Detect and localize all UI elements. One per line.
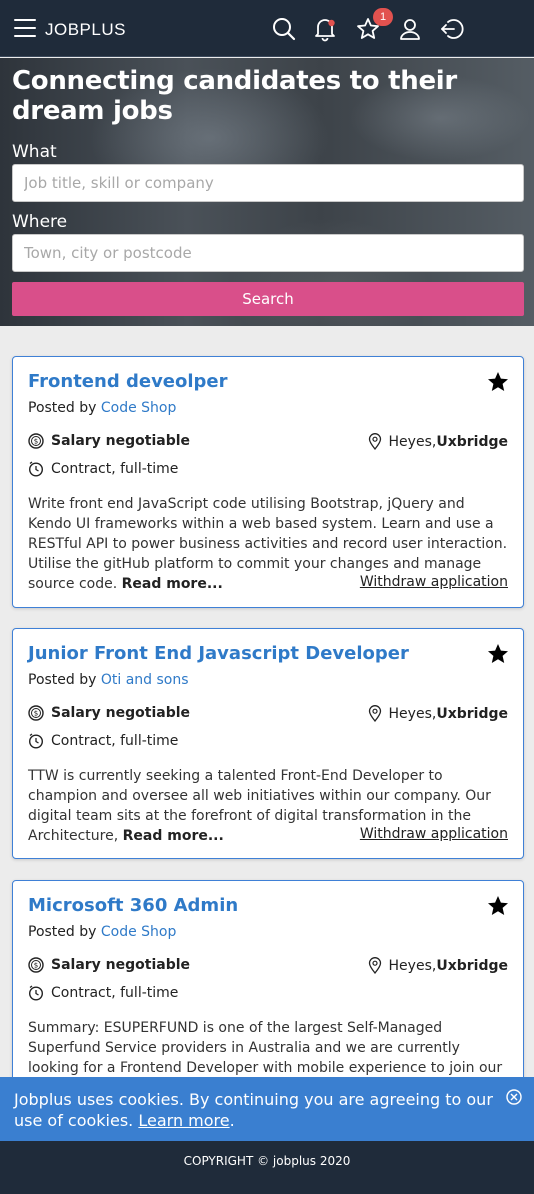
job-card[interactable]: Frontend deveolper Posted by Code Shop $…: [12, 356, 524, 608]
cookie-text: Jobplus uses cookies. By continuing you …: [14, 1090, 493, 1130]
read-more-link[interactable]: Read more...: [122, 576, 223, 592]
location-pin-icon: [368, 705, 381, 722]
location: Heyes, Uxbridge: [368, 705, 508, 722]
hero-title: Connecting candidates to their dream job…: [12, 66, 457, 126]
where-label: Where: [12, 212, 68, 232]
hero-search-section: Connecting candidates to their dream job…: [0, 58, 534, 326]
location-town: Heyes,: [388, 433, 437, 450]
location: Heyes, Uxbridge: [368, 433, 508, 450]
svg-text:$: $: [34, 710, 38, 718]
contract-text: Contract, full-time: [51, 985, 179, 1001]
location-pin-icon: [368, 957, 381, 974]
salary-text: Salary negotiable: [51, 433, 191, 449]
favorite-star-icon[interactable]: [487, 371, 509, 393]
footer: COPYRIGHT © jobplus 2020: [0, 1141, 534, 1194]
job-card[interactable]: Junior Front End Javascript Developer Po…: [12, 628, 524, 859]
cookie-suffix: .: [229, 1111, 235, 1130]
what-label: What: [12, 142, 57, 162]
company-link[interactable]: Code Shop: [101, 924, 177, 940]
learn-more-link[interactable]: Learn more: [138, 1111, 229, 1130]
menu-icon[interactable]: [14, 19, 36, 37]
salary-row: $ Salary negotiable: [28, 957, 190, 973]
posted-by-label: Posted by: [28, 924, 97, 940]
clock-icon: [28, 985, 44, 1001]
job-title[interactable]: Junior Front End Javascript Developer: [28, 643, 409, 664]
user-icon[interactable]: [397, 16, 423, 42]
location-area: Uxbridge: [436, 957, 508, 974]
money-icon: $: [28, 957, 44, 973]
svg-text:$: $: [34, 962, 38, 970]
contract-row: Contract, full-time: [28, 461, 178, 477]
withdraw-application-link[interactable]: Withdraw application: [360, 574, 508, 590]
bell-icon[interactable]: [312, 16, 338, 42]
posted-by-label: Posted by: [28, 672, 97, 688]
company-link[interactable]: Code Shop: [101, 400, 177, 416]
cookie-message: Jobplus uses cookies. By continuing you …: [14, 1089, 494, 1131]
location: Heyes, Uxbridge: [368, 957, 508, 974]
close-icon[interactable]: [505, 1088, 523, 1106]
where-input[interactable]: [12, 234, 524, 272]
favorite-star-icon[interactable]: [487, 643, 509, 665]
posted-by-label: Posted by: [28, 400, 97, 416]
contract-row: Contract, full-time: [28, 733, 178, 749]
salary-text: Salary negotiable: [51, 705, 191, 721]
clock-icon: [28, 461, 44, 477]
location-town: Heyes,: [388, 957, 437, 974]
contract-text: Contract, full-time: [51, 733, 179, 749]
job-card[interactable]: Microsoft 360 Admin Posted by Code Shop …: [12, 880, 524, 1100]
favorite-star-icon[interactable]: [487, 895, 509, 917]
posted-by: Posted by Code Shop: [28, 924, 176, 940]
copyright-text: COPYRIGHT © jobplus 2020: [183, 1154, 351, 1168]
search-button[interactable]: Search: [12, 282, 524, 316]
location-area: Uxbridge: [436, 705, 508, 722]
top-navbar: JOBPLUS 1: [0, 0, 534, 57]
posted-by: Posted by Oti and sons: [28, 672, 189, 688]
job-title[interactable]: Frontend deveolper: [28, 371, 228, 392]
salary-row: $ Salary negotiable: [28, 705, 190, 721]
location-area: Uxbridge: [436, 433, 508, 450]
svg-text:$: $: [34, 438, 38, 446]
salary-row: $ Salary negotiable: [28, 433, 190, 449]
what-input[interactable]: [12, 164, 524, 202]
salary-text: Salary negotiable: [51, 957, 191, 973]
location-pin-icon: [368, 433, 381, 450]
brand-logo[interactable]: JOBPLUS: [45, 20, 126, 40]
favorites-count-badge: 1: [373, 8, 393, 26]
contract-row: Contract, full-time: [28, 985, 178, 1001]
money-icon: $: [28, 433, 44, 449]
read-more-link[interactable]: Read more...: [123, 828, 224, 844]
location-town: Heyes,: [388, 705, 437, 722]
contract-text: Contract, full-time: [51, 461, 179, 477]
search-icon[interactable]: [271, 16, 297, 42]
logout-icon[interactable]: [439, 16, 465, 42]
company-link[interactable]: Oti and sons: [101, 672, 189, 688]
cookie-banner: Jobplus uses cookies. By continuing you …: [0, 1077, 534, 1141]
posted-by: Posted by Code Shop: [28, 400, 176, 416]
withdraw-application-link[interactable]: Withdraw application: [360, 826, 508, 842]
clock-icon: [28, 733, 44, 749]
job-title[interactable]: Microsoft 360 Admin: [28, 895, 238, 916]
money-icon: $: [28, 705, 44, 721]
